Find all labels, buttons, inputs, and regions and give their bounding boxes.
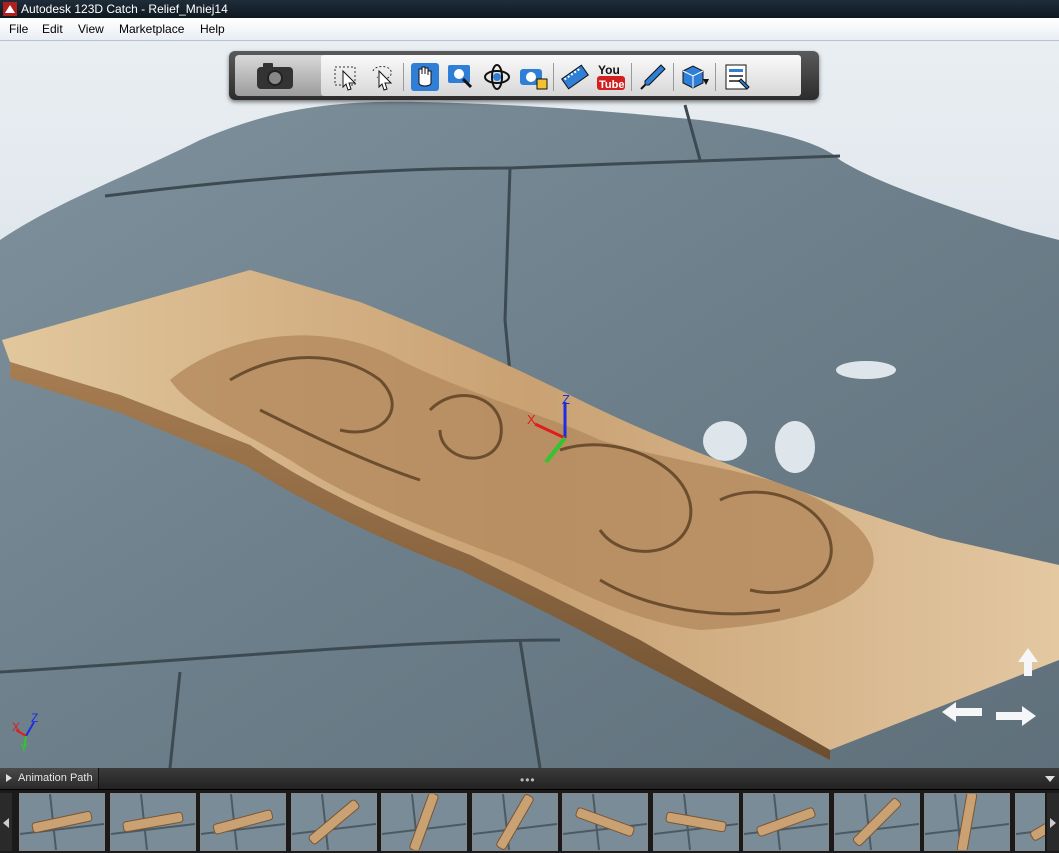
photo-thumbnail[interactable] (1014, 793, 1045, 851)
pipette-icon (640, 64, 666, 90)
orbit-icon (484, 64, 510, 90)
menu-bar: File Edit View Marketplace Help (0, 18, 1059, 41)
thumbnail-image (834, 794, 919, 850)
thumbnail-image (291, 794, 376, 850)
camera-lock-icon (520, 69, 548, 90)
thumbnail-image (925, 794, 1009, 850)
model-axis-z-label: Z (562, 392, 570, 407)
photo-thumbnail[interactable] (743, 793, 829, 851)
animation-header: Animation Path ••• (0, 768, 1059, 790)
main-toolbar: You Tube (229, 51, 819, 100)
zoom-button[interactable] (445, 61, 477, 93)
title-bar: Autodesk 123D Catch - Relief_Mniej14 (0, 0, 1059, 18)
svg-text:Tube: Tube (599, 79, 624, 91)
menu-marketplace[interactable]: Marketplace (119, 18, 184, 40)
photo-thumbnail[interactable] (109, 793, 196, 851)
settings-button[interactable] (721, 61, 753, 93)
thumbnail-image (1015, 794, 1045, 850)
select-arrow-icon (334, 66, 357, 91)
pan-button[interactable] (409, 61, 441, 93)
select-arrow-button[interactable] (331, 61, 363, 93)
photo-thumbnail[interactable] (652, 793, 739, 851)
menu-view[interactable]: View (78, 18, 104, 40)
film-strip-icon (561, 64, 589, 90)
3d-viewport[interactable]: Z X Z X Y (0, 41, 1059, 768)
toolbar-separator (631, 63, 632, 91)
model-axis-x-label: X (527, 412, 536, 427)
youtube-button[interactable]: You Tube (595, 61, 627, 93)
chevron-left-icon (3, 818, 9, 828)
chevron-right-icon (1050, 818, 1056, 828)
orbit-button[interactable] (481, 61, 513, 93)
app-logo-icon (3, 2, 17, 16)
toolbar-separator (403, 63, 404, 91)
photo-thumbnail[interactable] (19, 793, 105, 851)
animation-path-label: Animation Path (18, 772, 93, 784)
export-cube-icon (682, 65, 709, 89)
panel-dropdown-icon[interactable] (1045, 776, 1055, 782)
camera-lock-button[interactable] (517, 61, 549, 93)
expand-triangle-icon (6, 774, 12, 782)
thumbnail-image (382, 794, 466, 850)
lasso-select-button[interactable] (367, 61, 399, 93)
panel-grip-dots[interactable]: ••• (520, 773, 536, 787)
mesh-hole (836, 361, 896, 379)
strip-scroll-right[interactable] (1047, 793, 1059, 851)
zoom-icon (448, 65, 473, 89)
menu-edit[interactable]: Edit (42, 18, 63, 40)
svg-text:You: You (598, 63, 620, 77)
thumbnail-image (20, 794, 104, 850)
capture-button[interactable] (235, 55, 323, 96)
export-button[interactable] (679, 61, 711, 93)
toolbar-separator (673, 63, 674, 91)
photo-thumbnail[interactable] (471, 793, 558, 851)
thumbnail-image (110, 794, 195, 850)
mesh-hole (775, 421, 815, 473)
mesh-hole (703, 421, 747, 461)
photo-thumbnail[interactable] (562, 793, 648, 851)
model-scene[interactable]: Z X Z X Y (0, 41, 1059, 768)
menu-help[interactable]: Help (200, 18, 225, 40)
corner-axis-x-label: X (12, 720, 20, 734)
camera-icon (257, 63, 293, 89)
window-title: Autodesk 123D Catch - Relief_Mniej14 (21, 2, 228, 16)
strip-scroll-left[interactable] (0, 793, 12, 851)
pipette-button[interactable] (637, 61, 669, 93)
menu-file[interactable]: File (9, 18, 28, 40)
thumbnail-image (201, 794, 285, 850)
pan-hand-icon (411, 63, 439, 91)
settings-sheet-icon (725, 64, 750, 90)
tool-strip: You Tube (321, 55, 801, 96)
photo-strip[interactable] (14, 793, 1045, 851)
youtube-icon: You Tube (597, 63, 625, 91)
toolbar-separator (715, 63, 716, 91)
photo-thumbnail[interactable] (833, 793, 920, 851)
photo-thumbnail[interactable] (290, 793, 377, 851)
thumbnail-image (653, 794, 738, 850)
lasso-select-icon (372, 66, 393, 91)
thumbnail-image (472, 794, 557, 850)
corner-axis-y-label: Y (20, 741, 28, 755)
thumbnail-image (563, 794, 647, 850)
thumbnail-image (744, 794, 828, 850)
toolbar-separator (553, 63, 554, 91)
film-strip-button[interactable] (559, 61, 591, 93)
animation-panel: Animation Path ••• (0, 768, 1059, 853)
photo-thumbnail[interactable] (924, 793, 1010, 851)
corner-axis-z-label: Z (31, 711, 38, 725)
photo-thumbnail[interactable] (381, 793, 467, 851)
animation-path-tab[interactable]: Animation Path (0, 768, 99, 789)
photo-thumbnail[interactable] (200, 793, 286, 851)
